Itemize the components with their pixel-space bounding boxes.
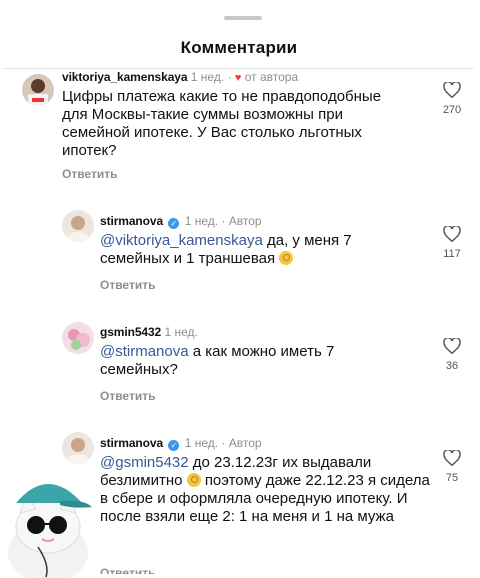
comment-text: @gsmin5432 до 23.12.23г их выдавали безл…	[100, 454, 430, 526]
like-button[interactable]: 36	[432, 338, 472, 372]
username[interactable]: stirmanova	[100, 436, 163, 450]
like-count: 75	[445, 472, 459, 484]
like-count: 117	[443, 248, 461, 260]
mention-link[interactable]: @gsmin5432	[100, 454, 189, 471]
author-liked-label: от автора	[244, 70, 299, 84]
timestamp: 1 нед.	[190, 70, 225, 84]
like-button[interactable]: 117	[432, 226, 472, 260]
timestamp: 1 нед.	[164, 325, 198, 339]
reply-button[interactable]: Ответить	[100, 566, 155, 574]
heart-filled-icon: ♥	[234, 72, 242, 84]
comment-text: @viktoriya_kamenskaya да, у меня 7 семей…	[100, 232, 420, 268]
timestamp: 1 нед.	[184, 436, 219, 450]
page-title: Комментарии	[180, 38, 298, 57]
mention-link[interactable]: @viktoriya_kamenskaya	[100, 232, 263, 249]
heart-outline-icon	[443, 226, 461, 242]
comment-meta: gsmin5432 1 нед.	[100, 325, 198, 339]
like-count: 270	[442, 104, 462, 116]
verified-badge-icon: ✓	[168, 218, 180, 229]
reply-button[interactable]: Ответить	[100, 389, 155, 403]
avatar[interactable]	[22, 74, 54, 106]
heart-outline-icon	[443, 82, 461, 98]
comment-meta: stirmanova ✓ 1 нед. · Автор	[100, 214, 262, 229]
username[interactable]: gsmin5432	[100, 325, 161, 339]
heart-outline-icon	[443, 338, 461, 354]
like-count: 36	[445, 360, 459, 372]
author-label: Автор	[228, 436, 262, 450]
ok-hand-emoji-icon	[186, 473, 201, 487]
heart-outline-icon	[443, 450, 461, 466]
avatar[interactable]	[62, 322, 94, 354]
mention-link[interactable]: @stirmanova	[100, 343, 189, 360]
comment-meta: stirmanova ✓ 1 нед. · Автор	[100, 436, 262, 451]
comment-meta: viktoriya_kamenskaya 1 нед. · ♥ от автор…	[62, 70, 299, 84]
ok-hand-emoji-icon	[279, 251, 294, 265]
cat-sticker-image	[8, 484, 92, 578]
author-label: Автор	[228, 214, 262, 228]
timestamp: 1 нед.	[184, 214, 219, 228]
avatar[interactable]	[62, 210, 94, 242]
verified-badge-icon: ✓	[168, 440, 180, 451]
username[interactable]: stirmanova	[100, 214, 163, 228]
drag-handle[interactable]	[224, 16, 262, 20]
reply-button[interactable]: Ответить	[62, 167, 117, 181]
like-button[interactable]: 75	[432, 450, 472, 484]
comment-text: @stirmanova а как можно иметь 7 семейных…	[100, 343, 380, 379]
reply-button[interactable]: Ответить	[100, 278, 155, 292]
username[interactable]: viktoriya_kamenskaya	[62, 70, 188, 84]
divider	[4, 68, 474, 69]
like-button[interactable]: 270	[432, 82, 472, 116]
comment-text: Цифры платежа какие то не правдоподобные…	[62, 88, 382, 159]
